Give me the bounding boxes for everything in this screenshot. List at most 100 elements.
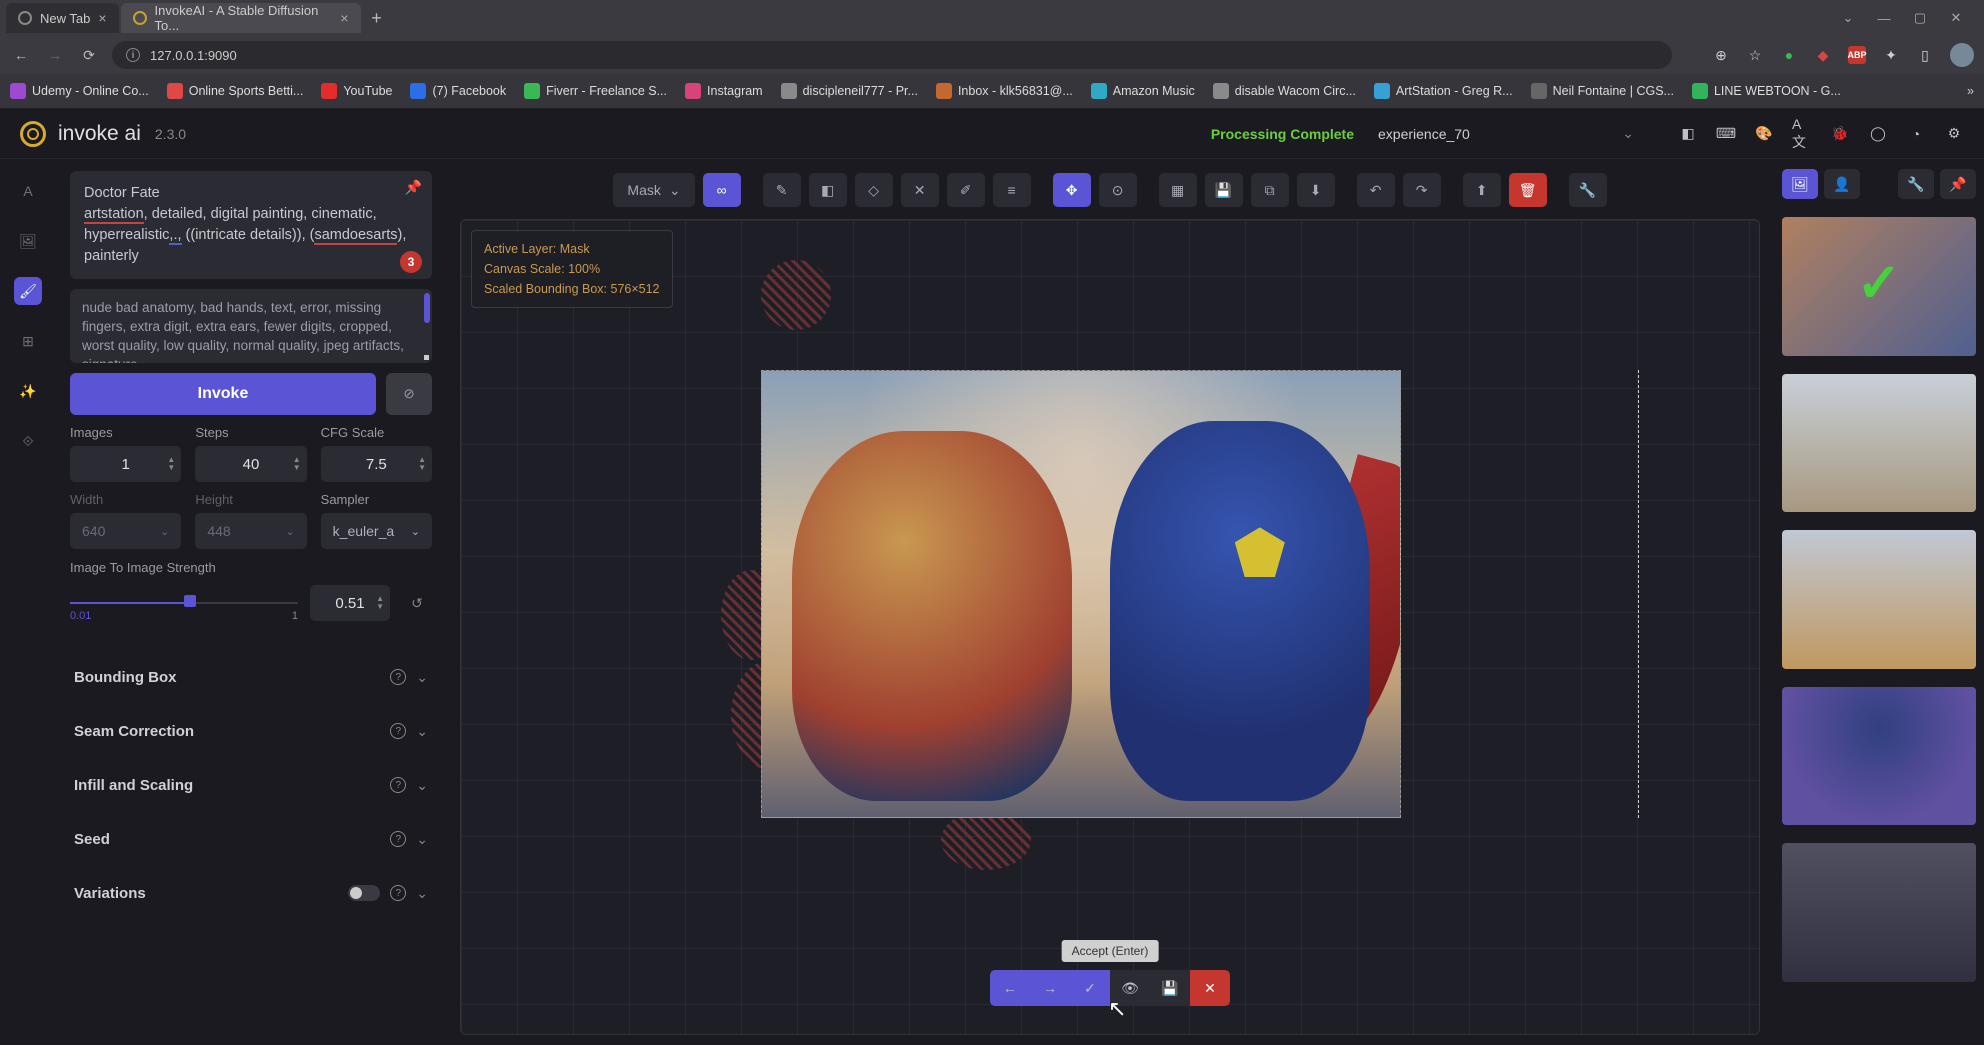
url-input[interactable]: i 127.0.0.1:9090 — [112, 41, 1672, 69]
redo-button[interactable]: ↷ — [1403, 173, 1441, 207]
variations-section[interactable]: Variations ?⌄ — [70, 871, 432, 915]
color-picker-button[interactable]: ✐ — [947, 173, 985, 207]
staging-prev-button[interactable]: ← — [990, 970, 1030, 1006]
layer-select[interactable]: Mask⌄ — [613, 173, 694, 207]
extensions-icon[interactable]: ✦ — [1882, 46, 1900, 64]
brush-tool-button[interactable]: ✎ — [763, 173, 801, 207]
help-icon[interactable]: ? — [390, 831, 406, 847]
bounding-box-section[interactable]: Bounding Box ?⌄ — [70, 655, 432, 699]
gallery-thumbnail[interactable]: ✓ — [1782, 217, 1976, 356]
cube-icon[interactable]: ◧ — [1678, 124, 1698, 144]
close-window-button[interactable]: ✕ — [1942, 7, 1970, 29]
bbox-edge[interactable] — [1638, 370, 1639, 818]
undo-button[interactable]: ↶ — [1357, 173, 1395, 207]
move-tool-button[interactable]: ✥ — [1053, 173, 1091, 207]
canvas-tab-icon[interactable]: 🖌 — [14, 277, 42, 305]
reload-button[interactable]: ⟳ — [78, 44, 100, 66]
seed-section[interactable]: Seed ?⌄ — [70, 817, 432, 861]
bookmark[interactable]: Online Sports Betti... — [167, 83, 304, 99]
download-button[interactable]: ⬇ — [1297, 173, 1335, 207]
fill-tool-button[interactable]: ◇ — [855, 173, 893, 207]
bookmark[interactable]: YouTube — [321, 83, 392, 99]
positive-prompt[interactable]: 📌 Doctor Fate artstation, detailed, digi… — [70, 171, 432, 279]
bookmark[interactable]: discipleneil777 - Pr... — [781, 83, 918, 99]
chevron-down-icon[interactable]: ⌄ — [1834, 7, 1862, 29]
lines-icon[interactable]: ≡ — [993, 173, 1031, 207]
nodes-tab-icon[interactable]: ⊞ — [14, 327, 42, 355]
staging-accept-button[interactable]: ✓ — [1070, 970, 1110, 1006]
bookmark[interactable]: ArtStation - Greg R... — [1374, 83, 1513, 99]
staging-save-button[interactable]: 💾 — [1150, 970, 1190, 1006]
new-tab-button[interactable]: + — [363, 8, 391, 29]
sidepanel-icon[interactable]: ▯ — [1916, 46, 1934, 64]
stepper-icon[interactable]: ▲▼ — [418, 456, 426, 472]
stepper-icon[interactable]: ▲▼ — [167, 456, 175, 472]
palette-icon[interactable]: 🎨 — [1754, 124, 1774, 144]
reset-icon[interactable]: ↺ — [402, 588, 432, 618]
gallery-thumbnail[interactable] — [1782, 843, 1976, 982]
gallery-thumbnail[interactable] — [1782, 687, 1976, 826]
eraser-tool-button[interactable]: ◧ — [809, 173, 847, 207]
site-info-icon[interactable]: i — [126, 48, 140, 62]
clear-canvas-button[interactable]: 🗑 — [1509, 173, 1547, 207]
variations-toggle[interactable] — [348, 885, 380, 901]
browser-tab[interactable]: New Tab × — [6, 3, 119, 33]
staging-next-button[interactable]: → — [1030, 970, 1070, 1006]
bookmark[interactable]: Instagram — [685, 83, 763, 99]
back-button[interactable]: ← — [10, 44, 32, 66]
copy-button[interactable]: ⧉ — [1251, 173, 1289, 207]
bug-icon[interactable]: 🐞 — [1830, 124, 1850, 144]
height-select[interactable]: 448⌄ — [195, 513, 306, 549]
language-icon[interactable]: A文 — [1792, 124, 1812, 144]
resize-handle[interactable] — [424, 355, 429, 360]
ext-icon[interactable]: ● — [1780, 46, 1798, 64]
pin-icon[interactable]: 📌 — [405, 179, 422, 196]
ext-icon[interactable]: ◆ — [1814, 46, 1832, 64]
settings-icon[interactable]: ⚙ — [1944, 124, 1964, 144]
gallery-thumbnail[interactable] — [1782, 374, 1976, 513]
gallery-settings-button[interactable]: 🔧 — [1898, 169, 1934, 199]
bookmark-star-icon[interactable]: ☆ — [1746, 46, 1764, 64]
canvas-viewport[interactable]: Active Layer: Mask Canvas Scale: 100% Sc… — [460, 219, 1760, 1035]
bookmark[interactable]: (7) Facebook — [410, 83, 506, 99]
stepper-icon[interactable]: ▲▼ — [376, 595, 384, 611]
discord-icon[interactable]: ◔ — [1906, 124, 1926, 144]
strength-slider[interactable]: 0.01 1 — [70, 600, 298, 606]
keyboard-icon[interactable]: ⌨ — [1716, 124, 1736, 144]
bookmarks-overflow[interactable]: » — [1967, 84, 1974, 98]
generated-image[interactable] — [761, 370, 1401, 818]
seam-correction-section[interactable]: Seam Correction ?⌄ — [70, 709, 432, 753]
browser-tab[interactable]: InvokeAI - A Stable Diffusion To... × — [121, 3, 361, 33]
install-icon[interactable]: ⊕ — [1712, 46, 1730, 64]
forward-button[interactable]: → — [44, 44, 66, 66]
merge-button[interactable]: ▦ — [1159, 173, 1197, 207]
width-select[interactable]: 640⌄ — [70, 513, 181, 549]
close-icon[interactable]: × — [98, 10, 106, 26]
mask-options-button[interactable]: ∞ — [703, 173, 741, 207]
training-tab-icon[interactable]: ⟐ — [14, 427, 42, 455]
maximize-button[interactable]: ▢ — [1906, 7, 1934, 29]
bookmark[interactable]: disable Wacom Circ... — [1213, 83, 1356, 99]
infill-scaling-section[interactable]: Infill and Scaling ?⌄ — [70, 763, 432, 807]
cancel-button[interactable]: ⊘ — [386, 373, 432, 415]
postprocess-tab-icon[interactable]: ✨ — [14, 377, 42, 405]
stepper-icon[interactable]: ▲▼ — [293, 456, 301, 472]
bookmark[interactable]: Inbox - klk56831@... — [936, 83, 1073, 99]
gallery-pin-button[interactable]: 📌 — [1940, 169, 1976, 199]
staging-show-button[interactable]: 👁 — [1110, 970, 1150, 1006]
minimize-button[interactable]: — — [1870, 7, 1898, 29]
gallery-images-tab[interactable]: 🖼 — [1782, 169, 1818, 199]
abp-icon[interactable]: ABP — [1848, 46, 1866, 64]
bookmark[interactable]: Udemy - Online Co... — [10, 83, 149, 99]
sampler-select[interactable]: k_euler_a⌄ — [321, 513, 432, 549]
canvas-settings-button[interactable]: 🔧 — [1569, 173, 1607, 207]
upload-button[interactable]: ⬆ — [1463, 173, 1501, 207]
steps-input[interactable]: 40▲▼ — [195, 446, 306, 482]
profile-avatar[interactable] — [1950, 43, 1974, 67]
clear-mask-button[interactable]: ✕ — [901, 173, 939, 207]
help-icon[interactable]: ? — [390, 669, 406, 685]
bookmark[interactable]: Neil Fontaine | CGS... — [1531, 83, 1674, 99]
help-icon[interactable]: ? — [390, 885, 406, 901]
help-icon[interactable]: ? — [390, 723, 406, 739]
cfg-input[interactable]: 7.5▲▼ — [321, 446, 432, 482]
